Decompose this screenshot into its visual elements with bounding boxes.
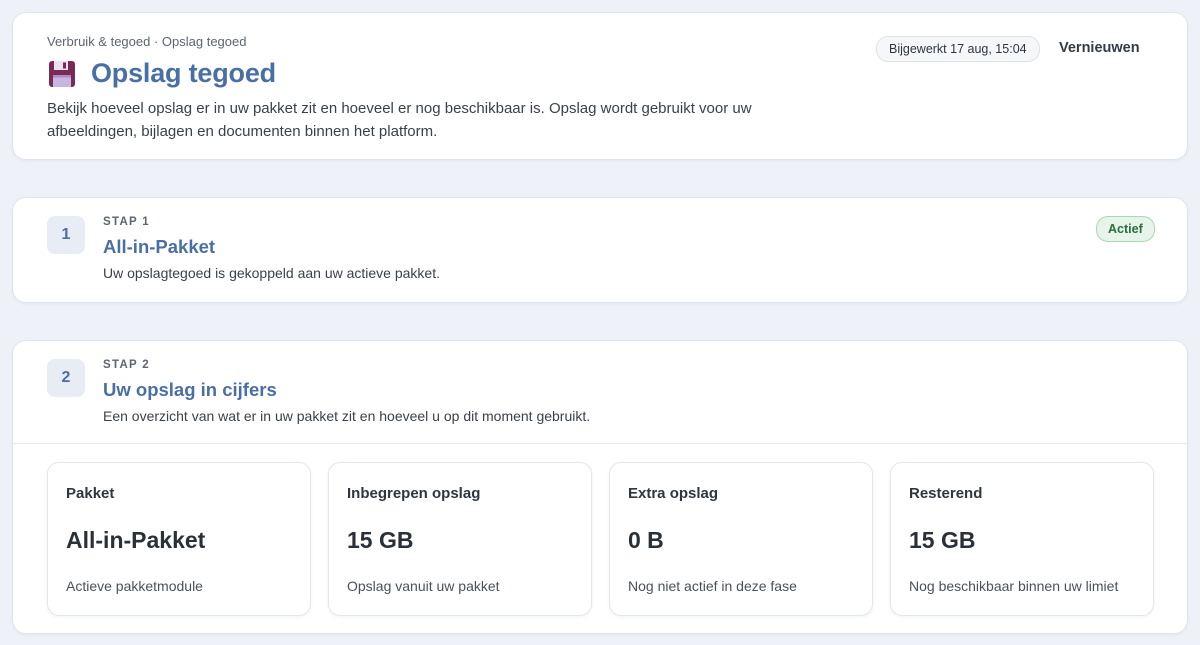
step1-description: Uw opslagtegoed is gekoppeld aan uw acti… [103, 265, 440, 281]
floppy-disk-icon [49, 60, 75, 87]
step2-kicker: STAP 2 [103, 359, 150, 371]
stat-card-remaining: Resterend 15 GB Nog beschikbaar binnen u… [890, 462, 1154, 616]
title-row: Opslag tegoed [47, 58, 276, 89]
stat-label: Extra opslag [628, 485, 719, 502]
divider [13, 443, 1187, 444]
stat-card-package: Pakket All-in-Pakket Actieve pakketmodul… [47, 462, 311, 616]
step2-title: Uw opslag in cijfers [103, 379, 277, 400]
step1-kicker: STAP 1 [103, 216, 150, 228]
step1-card: 1 STAP 1 All-in-Pakket Uw opslagtegoed i… [12, 197, 1188, 303]
stat-card-extra-storage: Extra opslag 0 B Nog niet actief in deze… [609, 462, 873, 616]
stat-note: Opslag vanuit uw pakket [347, 578, 500, 594]
page-title: Opslag tegoed [91, 58, 276, 88]
stat-value: 0 B [628, 527, 664, 553]
step2-number: 2 [47, 359, 85, 397]
page-description: Bekijk hoeveel opslag er in uw pakket zi… [47, 100, 752, 140]
stat-card-included-storage: Inbegrepen opslag 15 GB Opslag vanuit uw… [328, 462, 592, 616]
status-badge: Actief [1096, 216, 1155, 242]
stat-label: Resterend [909, 485, 983, 502]
step2-description: Een overzicht van wat er in uw pakket zi… [103, 408, 591, 424]
stat-value: 15 GB [909, 527, 976, 553]
stat-value: All-in-Pakket [66, 527, 206, 553]
header-card: Verbruik & tegoed · Opslag tegoed Opslag… [12, 12, 1188, 160]
refresh-button[interactable]: Vernieuwen [1059, 40, 1140, 56]
stat-value: 15 GB [347, 527, 414, 553]
updated-badge: Bijgewerkt 17 aug, 15:04 [876, 36, 1040, 62]
step1-title: All-in-Pakket [103, 236, 216, 257]
step2-card: 2 STAP 2 Uw opslag in cijfers Een overzi… [12, 340, 1188, 634]
stat-note: Actieve pakketmodule [66, 578, 203, 594]
stat-note: Nog beschikbaar binnen uw limiet [909, 578, 1119, 594]
step1-number: 1 [47, 216, 85, 254]
stat-note: Nog niet actief in deze fase [628, 578, 797, 594]
breadcrumb: Verbruik & tegoed · Opslag tegoed [47, 34, 247, 49]
stat-label: Inbegrepen opslag [347, 485, 481, 502]
stat-label: Pakket [66, 485, 115, 502]
